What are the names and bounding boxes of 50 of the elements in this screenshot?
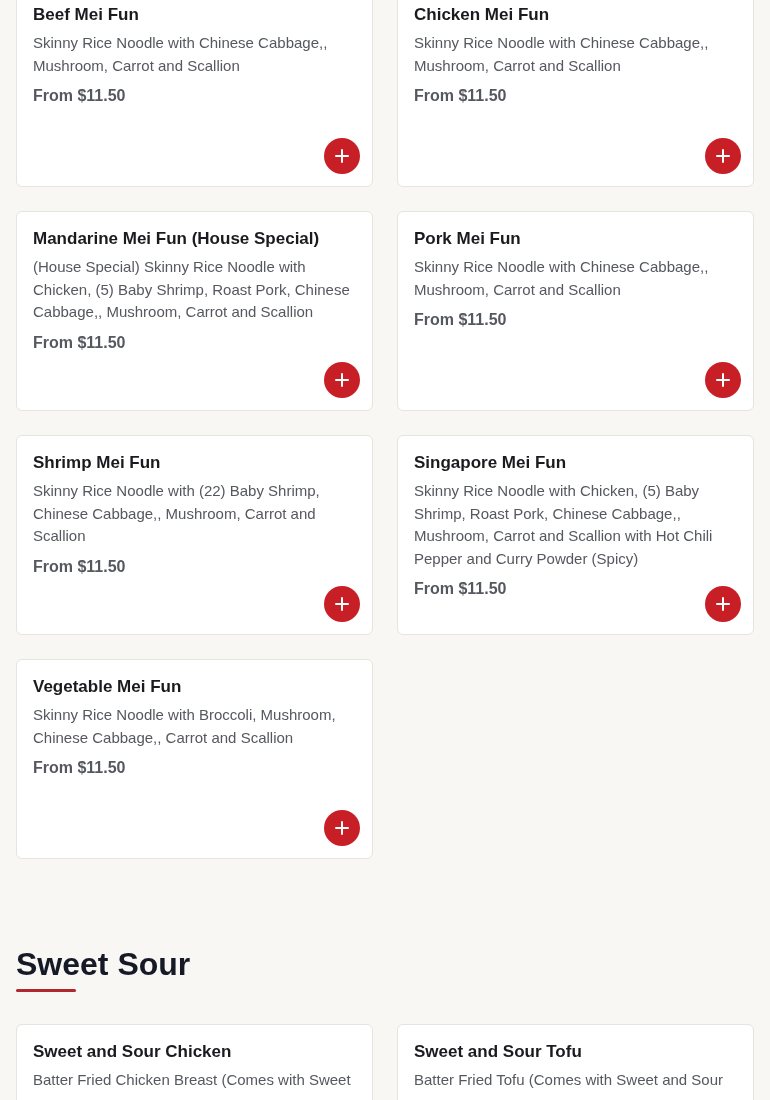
dish-price: From $11.50 — [33, 332, 127, 353]
plus-icon — [335, 373, 349, 387]
dish-card[interactable]: Shrimp Mei Fun Skinny Rice Noodle with (22) Baby Shrimp, Chinese Cabbage,, Mushroom, Carrot and Scallion From $11.50 — [16, 435, 373, 635]
dish-description: Skinny Rice Noodle with Chinese Cabbage,, Mushroom, Carrot and Scallion — [414, 33, 710, 76]
dish-name: Sweet and Sour Chicken — [33, 1041, 233, 1064]
plus-icon — [335, 149, 349, 163]
dish-name: Sweet and Sour Tofu — [414, 1041, 583, 1064]
dish-price: From $11.50 — [33, 556, 127, 577]
dish-name: Pork Mei Fun — [414, 228, 522, 250]
dish-name: Beef Mei Fun — [33, 4, 140, 26]
dish-card[interactable]: Beef Mei Fun Skinny Rice Noodle with Chinese Cabbage,, Mushroom, Carrot and Scallion From $11.50 — [16, 0, 373, 187]
dish-card[interactable]: Singapore Mei Fun Skinny Rice Noodle with Chicken, (5) Baby Shrimp, Roast Pork, Chinese Cabbage,, Mushroom, Carrot and Scallion with Hot Chili Pepper and Curry Powder (Spicy) From $11.50 — [397, 435, 754, 635]
plus-icon — [335, 821, 349, 835]
dish-price: From $11.50 — [414, 310, 508, 330]
section-title: Sweet Sour — [16, 945, 192, 984]
dish-price: From $11.50 — [414, 579, 508, 599]
dish-card[interactable]: Sweet and Sour Chicken Batter Fried Chicken Breast (Comes with Sweet — [16, 1024, 373, 1100]
dish-price: From $11.50 — [414, 86, 508, 106]
add-button[interactable] — [705, 138, 741, 174]
dish-description: Batter Fried Chicken Breast (Comes with Sweet — [33, 1070, 352, 1091]
dish-card[interactable]: Mandarine Mei Fun (House Special) (House Special) Skinny Rice Noodle with Chicken, (5) Baby Shrimp, Roast Pork, Chinese Cabbage,, Mushroom, Carrot and Scallion From $11.50 — [16, 211, 373, 411]
dish-name: Chicken Mei Fun — [414, 4, 551, 26]
dish-description: Skinny Rice Noodle with Chicken, (5) Baby Shrimp, Roast Pork, Chinese Cabbage,, Mushroom, Carrot and Scallion with Hot Chili Pepper and Curry Powder (Spicy) — [414, 481, 714, 569]
add-button[interactable] — [705, 586, 741, 622]
dish-description: Skinny Rice Noodle with (22) Baby Shrimp, Chinese Cabbage,, Mushroom, Carrot and Scallion — [33, 481, 321, 546]
add-button[interactable] — [324, 362, 360, 398]
plus-icon — [716, 373, 730, 387]
dish-description: Batter Fried Tofu (Comes with Sweet and Sour — [414, 1070, 725, 1091]
dish-description: (House Special) Skinny Rice Noodle with Chicken, (5) Baby Shrimp, Roast Pork, Chinese Cabbage,, Mushroom, Carrot and Scallion — [33, 257, 351, 322]
dish-card[interactable]: Vegetable Mei Fun Skinny Rice Noodle with Broccoli, Mushroom, Chinese Cabbage,, Carrot and Scallion From $11.50 — [16, 659, 373, 859]
dish-card[interactable]: Pork Mei Fun Skinny Rice Noodle with Chinese Cabbage,, Mushroom, Carrot and Scallion From $11.50 — [397, 211, 754, 411]
title-underline — [16, 989, 76, 993]
dish-description: Skinny Rice Noodle with Chinese Cabbage,, Mushroom, Carrot and Scallion — [414, 257, 710, 300]
plus-icon — [716, 597, 730, 611]
add-button[interactable] — [705, 362, 741, 398]
dish-name: Singapore Mei Fun — [414, 452, 568, 474]
add-button[interactable] — [324, 586, 360, 622]
add-button[interactable] — [324, 138, 360, 174]
dish-card[interactable]: Chicken Mei Fun Skinny Rice Noodle with Chinese Cabbage,, Mushroom, Carrot and Scallion From $11.50 — [397, 0, 754, 187]
dish-price: From $11.50 — [33, 758, 127, 778]
dish-description: Skinny Rice Noodle with Chinese Cabbage,, Mushroom, Carrot and Scallion — [33, 33, 329, 76]
dish-price: From $11.50 — [33, 86, 127, 106]
dish-name: Vegetable Mei Fun — [33, 676, 183, 698]
plus-icon — [716, 149, 730, 163]
dish-name: Mandarine Mei Fun (House Special) — [33, 228, 321, 250]
plus-icon — [335, 597, 349, 611]
dish-card[interactable]: Sweet and Sour Tofu Batter Fried Tofu (Comes with Sweet and Sour — [397, 1024, 754, 1100]
dish-name: Shrimp Mei Fun — [33, 452, 162, 474]
dish-description: Skinny Rice Noodle with Broccoli, Mushroom, Chinese Cabbage,, Carrot and Scallion — [33, 705, 337, 748]
add-button[interactable] — [324, 810, 360, 846]
